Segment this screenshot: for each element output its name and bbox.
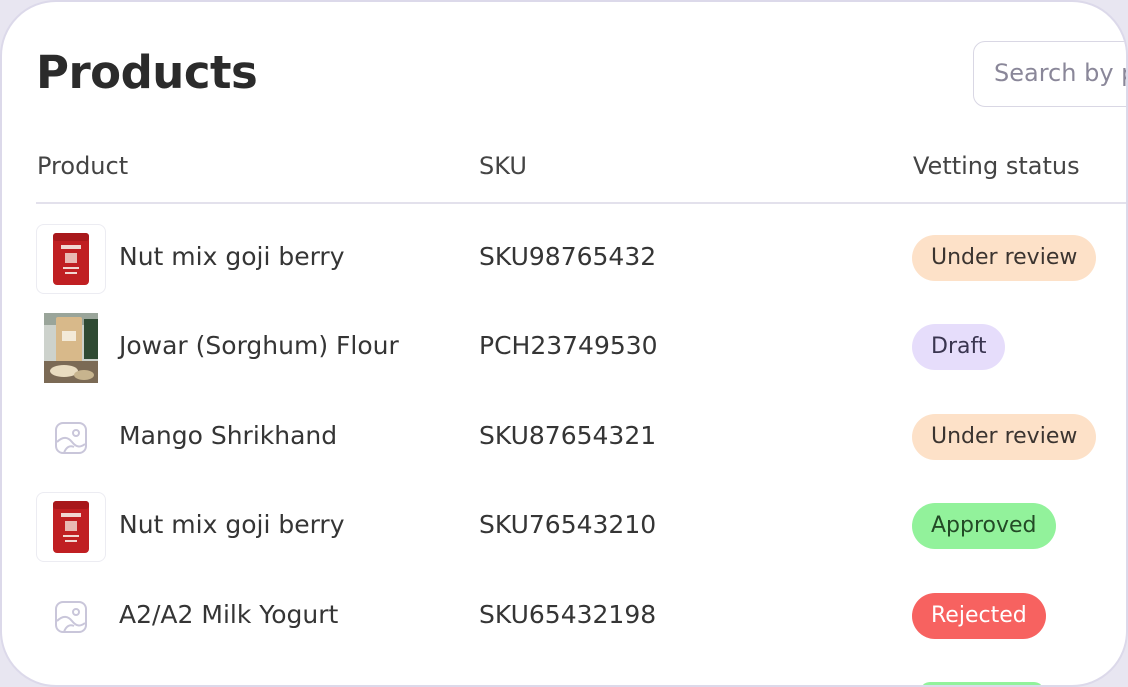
product-name[interactable]: Nut mix goji berry [119, 242, 345, 271]
product-thumbnail[interactable] [36, 492, 106, 562]
table-row[interactable]: Nut mix goji berry SKU76543210 Approved [2, 492, 1126, 581]
status-badge: Under review [912, 414, 1097, 460]
product-sku: SKU98765432 [479, 242, 657, 271]
product-name[interactable]: Nut mix goji berry [119, 510, 345, 539]
kraft-bag-photo [44, 313, 98, 383]
product-name[interactable]: A2/A2 Milk Yogurt [119, 600, 338, 629]
product-sku: PCH23749530 [479, 331, 658, 360]
red-pouch-image [53, 233, 89, 285]
product-sku: SKU76543210 [479, 510, 657, 539]
column-header-vetting-status[interactable]: Vetting status [913, 152, 1080, 180]
product-thumbnail[interactable] [36, 582, 106, 652]
table-row[interactable]: A2/A2 Milk Yogurt SKU65432198 Rejected [2, 582, 1126, 671]
status-badge: Rejected [912, 593, 1046, 639]
table-row[interactable]: Jowar (Sorghum) Flour PCH23749530 Draft [2, 313, 1126, 402]
table-row[interactable]: Nut mix goji berry SKU98765432 Under rev… [2, 224, 1126, 313]
product-name[interactable]: Jowar (Sorghum) Flour [119, 331, 399, 360]
status-badge: Under review [912, 235, 1097, 281]
page-title: Products [36, 46, 258, 99]
column-header-sku[interactable]: SKU [479, 152, 527, 180]
products-panel: Products Product SKU Vetting status Nut … [0, 0, 1128, 687]
status-badge: Draft [912, 324, 1006, 370]
product-thumbnail[interactable] [36, 224, 106, 294]
image-placeholder-icon [55, 422, 87, 454]
search-input[interactable] [974, 42, 1126, 104]
product-sku: SKU87654321 [479, 421, 657, 450]
column-header-product[interactable]: Product [37, 152, 128, 180]
table-row[interactable]: Mango Shrikhand SKU87654321 Under review [2, 403, 1126, 492]
product-thumbnail[interactable] [36, 403, 106, 473]
image-placeholder-icon [55, 601, 87, 633]
red-pouch-image [53, 501, 89, 553]
product-thumbnail[interactable] [36, 313, 106, 383]
product-name[interactable]: Mango Shrikhand [119, 421, 337, 450]
header-divider [36, 202, 1126, 204]
status-badge-partial [920, 682, 1044, 685]
status-badge: Approved [912, 503, 1056, 549]
product-sku: SKU65432198 [479, 600, 657, 629]
search-box[interactable] [973, 41, 1126, 107]
